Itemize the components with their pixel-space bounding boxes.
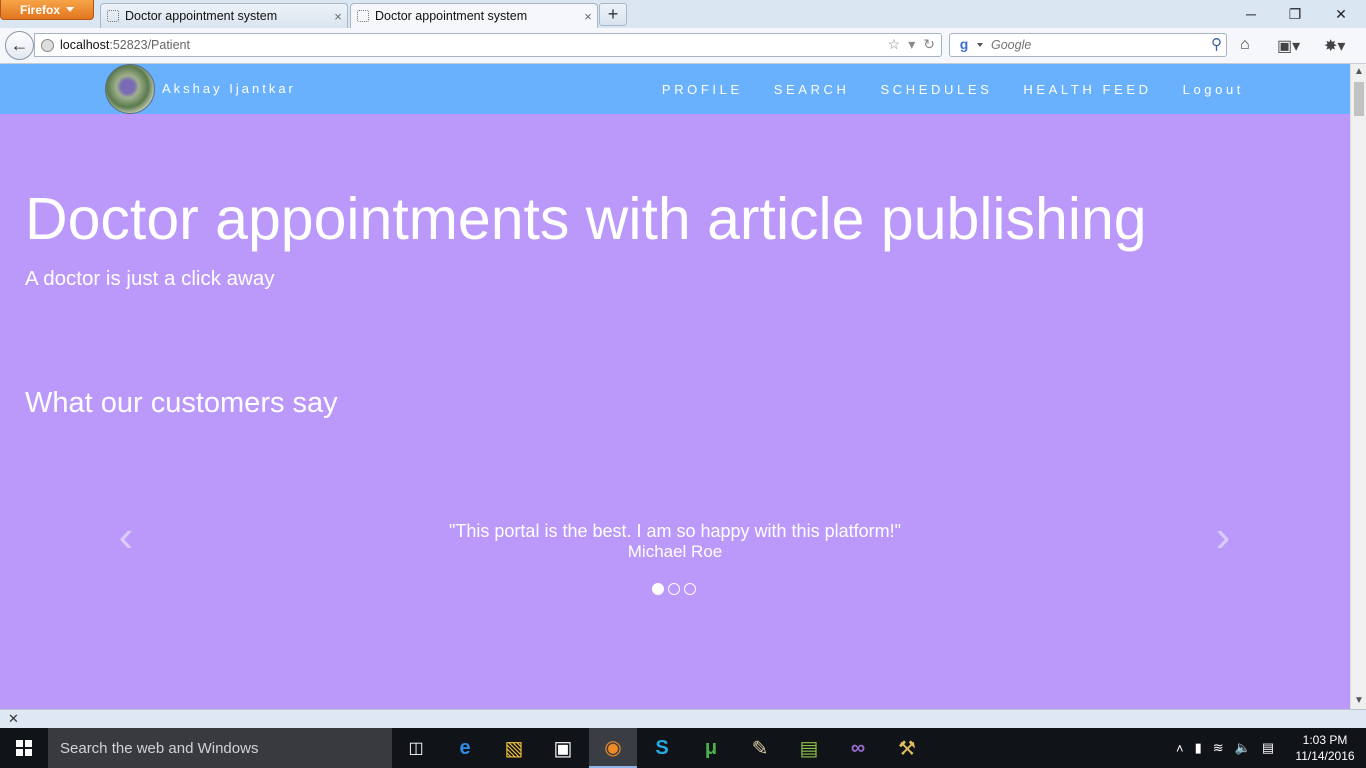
addon-bar: ✕ xyxy=(0,709,1366,728)
page-content: Akshay Ijantkar PROFILE SEARCH SCHEDULES… xyxy=(0,64,1350,709)
reload-icon[interactable]: ↻ xyxy=(923,36,935,53)
testimonial-quote: "This portal is the best. I am so happy … xyxy=(449,521,901,541)
task-view-icon[interactable]: ◫ xyxy=(392,728,440,768)
carousel-indicator-1[interactable] xyxy=(652,583,664,595)
scrollbar-thumb[interactable] xyxy=(1354,82,1364,116)
battery-icon[interactable]: ▮ xyxy=(1195,740,1202,756)
file-explorer-icon[interactable]: ▧ xyxy=(490,728,538,768)
windows-logo-icon xyxy=(16,740,32,756)
clock-date: 11/14/2016 xyxy=(1295,749,1355,763)
store-icon[interactable]: ▣ xyxy=(539,728,587,768)
site-header: Akshay Ijantkar PROFILE SEARCH SCHEDULES… xyxy=(0,64,1350,114)
browser-tab-1[interactable]: Doctor appointment system × xyxy=(100,3,348,28)
browser-nav-bar: ← localhost :52823/Patient ☆ ▾ ↻ g ⚲ ⌂ ▣… xyxy=(0,28,1366,64)
google-logo-icon[interactable]: g xyxy=(953,36,975,54)
nav-logout-link[interactable]: Logout xyxy=(1183,82,1244,97)
avatar[interactable] xyxy=(105,64,155,114)
hero-title: Doctor appointments with article publish… xyxy=(25,186,1147,252)
page-icon xyxy=(107,10,119,22)
scroll-down-icon[interactable]: ▼ xyxy=(1351,693,1366,709)
carousel-indicators xyxy=(652,583,696,595)
chevron-up-icon[interactable]: ˄ xyxy=(1176,741,1184,756)
volume-icon[interactable]: 🔈 xyxy=(1235,740,1251,756)
tab-title: Doctor appointment system xyxy=(375,9,528,23)
close-window-button[interactable]: ✕ xyxy=(1318,0,1364,28)
caret-down-icon xyxy=(66,7,74,12)
page-scrollbar[interactable]: ▲ ▼ xyxy=(1350,64,1366,709)
firefox-menu-button[interactable]: Firefox xyxy=(0,0,94,20)
wifi-icon[interactable]: ≋ xyxy=(1213,740,1224,756)
url-path: :52823/Patient xyxy=(109,38,190,52)
chevron-right-icon: › xyxy=(1215,512,1231,561)
paint-icon[interactable]: ✎ xyxy=(736,728,784,768)
scroll-up-icon[interactable]: ▲ xyxy=(1351,64,1366,80)
globe-icon xyxy=(41,38,54,52)
hero-subtitle: A doctor is just a click away xyxy=(25,267,275,290)
carousel-indicator-2[interactable] xyxy=(668,583,680,595)
nav-health-feed-link[interactable]: HEALTH FEED xyxy=(1023,82,1151,97)
url-bar[interactable]: localhost :52823/Patient ☆ ▾ ↻ xyxy=(34,33,942,57)
nav-profile-link[interactable]: PROFILE xyxy=(662,82,743,97)
carousel-next-button[interactable]: › xyxy=(1208,515,1238,559)
system-tray: ˄ ▮ ≋ 🔈 ▤ xyxy=(1176,728,1274,768)
taskbar-search-placeholder: Search the web and Windows xyxy=(60,739,259,757)
search-icon[interactable]: ⚲ xyxy=(1211,35,1222,53)
tab-close-icon[interactable]: × xyxy=(329,9,347,24)
clock-time: 1:03 PM xyxy=(1302,733,1348,747)
tab-close-icon[interactable]: × xyxy=(579,9,597,24)
notifications-icon[interactable]: ▤ xyxy=(1262,740,1274,756)
page-icon xyxy=(357,10,369,22)
nav-search-link[interactable]: SEARCH xyxy=(774,82,850,97)
new-tab-button[interactable]: + xyxy=(599,3,627,26)
search-bar[interactable]: g ⚲ xyxy=(949,33,1227,57)
testimonials-title: What our customers say xyxy=(25,387,338,419)
edge-icon[interactable]: e xyxy=(441,728,489,768)
tab-title: Doctor appointment system xyxy=(125,9,278,23)
restore-button[interactable]: ❐ xyxy=(1272,0,1318,28)
url-actions: ☆ ▾ ↻ xyxy=(888,36,935,53)
testimonial-author: Michael Roe xyxy=(627,542,723,561)
history-dropdown-icon[interactable]: ▾ xyxy=(908,36,915,53)
arrow-left-icon: ← xyxy=(10,35,29,55)
screenshot-addon-icon[interactable]: ▣▾ xyxy=(1277,36,1300,56)
bookmark-star-icon[interactable]: ☆ xyxy=(888,36,901,53)
nav-schedules-link[interactable]: SCHEDULES xyxy=(881,82,993,97)
user-name[interactable]: Akshay Ijantkar xyxy=(162,81,296,96)
addon-bar-close-icon[interactable]: ✕ xyxy=(8,711,19,727)
windows-taskbar: Search the web and Windows ◫ e ▧ ▣ ◉ S μ… xyxy=(0,728,1366,768)
visual-studio-icon[interactable]: ∞ xyxy=(834,728,882,768)
site-nav: PROFILE SEARCH SCHEDULES HEALTH FEED Log… xyxy=(662,82,1244,97)
carousel-indicator-3[interactable] xyxy=(684,583,696,595)
skype-icon[interactable]: S xyxy=(638,728,686,768)
addon-icon[interactable]: ✸▾ xyxy=(1324,36,1345,56)
home-icon[interactable]: ⌂ xyxy=(1240,36,1250,54)
minimize-button[interactable]: ─ xyxy=(1228,0,1274,28)
firefox-menu-label: Firefox xyxy=(19,2,60,17)
taskbar-clock[interactable]: 1:03 PM 11/14/2016 xyxy=(1294,732,1356,764)
url-host: localhost xyxy=(60,38,110,52)
start-button[interactable] xyxy=(0,728,48,768)
browser-tab-bar: Firefox Doctor appointment system × Doct… xyxy=(0,0,1366,28)
taskbar-search-box[interactable]: Search the web and Windows xyxy=(48,728,392,768)
firefox-taskbar-icon[interactable]: ◉ xyxy=(589,728,637,768)
back-button[interactable]: ← xyxy=(5,31,34,60)
web-search-input[interactable] xyxy=(991,38,1201,52)
browser-tab-2[interactable]: Doctor appointment system × xyxy=(350,3,598,28)
tools-icon[interactable]: ⚒ xyxy=(883,728,931,768)
utorrent-icon[interactable]: μ xyxy=(687,728,735,768)
notepad-plus-icon[interactable]: ▤ xyxy=(785,728,833,768)
caret-down-icon[interactable] xyxy=(977,43,983,47)
